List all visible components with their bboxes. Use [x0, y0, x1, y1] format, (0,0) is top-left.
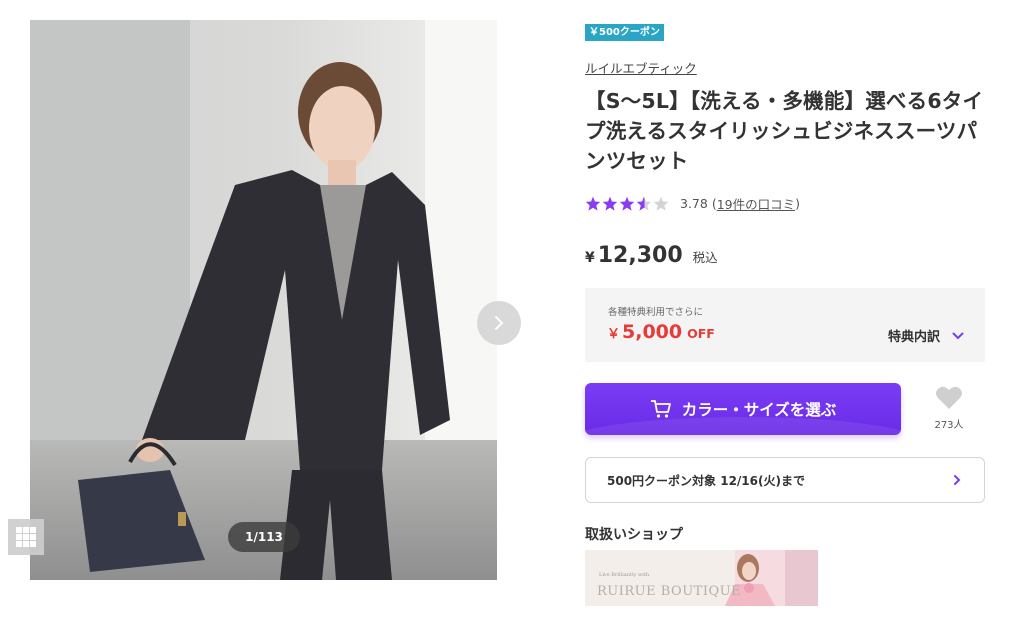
coupon-row[interactable]: 500円クーポン対象 12/16(火)まで: [585, 457, 985, 503]
shop-logo-text: RUIRUE BOUTIQUE: [597, 584, 742, 599]
image-counter: 1/113: [228, 522, 300, 552]
star-full-icon: [602, 196, 618, 211]
benefit-breakdown-toggle[interactable]: 特典内訳: [888, 326, 964, 345]
product-photo: [30, 20, 497, 580]
cart-icon: [650, 399, 672, 419]
tax-label: 税込: [692, 250, 718, 265]
price-amount: 12,300: [597, 243, 683, 268]
product-title: 【S〜5L】【洗える・多機能】選べる6タイプ洗えるスタイリッシュビジネススーツパ…: [585, 89, 984, 173]
chevron-right-icon: [495, 316, 504, 330]
coupon-badge: ￥500クーポン: [585, 24, 664, 41]
star-full-icon: [619, 196, 635, 211]
image-grid-button[interactable]: [8, 519, 44, 555]
favorite-button[interactable]: 273人: [924, 385, 974, 431]
star-half-icon: [636, 196, 652, 211]
shop-name-link[interactable]: ルイルエブティック: [585, 58, 985, 77]
review-link-close-paren: ): [795, 195, 800, 211]
discount-note: 各種特典利用でさらに: [608, 307, 704, 318]
shop-banner[interactable]: Live Brilliantly with RUIRUE BOUTIQUE: [585, 550, 818, 606]
price-currency: ¥: [585, 250, 595, 266]
next-image-button[interactable]: [477, 301, 521, 345]
discount-value: 5,000: [622, 321, 683, 343]
benefit-label: 特典内訳: [887, 330, 940, 345]
rating-value: 3.78: [680, 195, 708, 211]
star-rating: [585, 196, 669, 211]
button-glow: [585, 417, 901, 435]
star-empty-icon: [653, 196, 669, 211]
coupon-row-text: 500円クーポン対象 12/16(火)まで: [607, 473, 805, 488]
rating: 3.78 ( 19件の口コミ ): [585, 194, 985, 212]
discount-amount: ￥ 5,000 OFF: [607, 321, 715, 343]
shop-heading: 取扱いショップ: [585, 527, 683, 543]
review-count-link[interactable]: 19件の口コミ: [717, 194, 795, 213]
discount-box: 各種特典利用でさらに ￥ 5,000 OFF 特典内訳: [585, 288, 985, 362]
review-link-open-paren: (: [707, 195, 717, 211]
grid-icon: [16, 527, 36, 547]
chevron-down-icon: [952, 332, 964, 339]
discount-off-label: OFF: [687, 326, 715, 341]
banner-subtext: Live Brilliantly with: [599, 572, 650, 578]
chevron-right-icon: [954, 475, 961, 485]
discount-currency: ￥: [607, 327, 621, 342]
favorite-count: 273人: [934, 420, 964, 431]
product-image-gallery[interactable]: [30, 20, 497, 580]
product-info: ￥500クーポン ルイルエブティック 【S〜5L】【洗える・多機能】選べる6タイ…: [585, 20, 985, 606]
heart-icon: [936, 386, 962, 409]
star-full-icon: [585, 196, 601, 211]
price-row: ¥ 12,300 税込: [585, 243, 985, 268]
select-color-size-button[interactable]: カラー・サイズを選ぶ: [585, 383, 901, 435]
